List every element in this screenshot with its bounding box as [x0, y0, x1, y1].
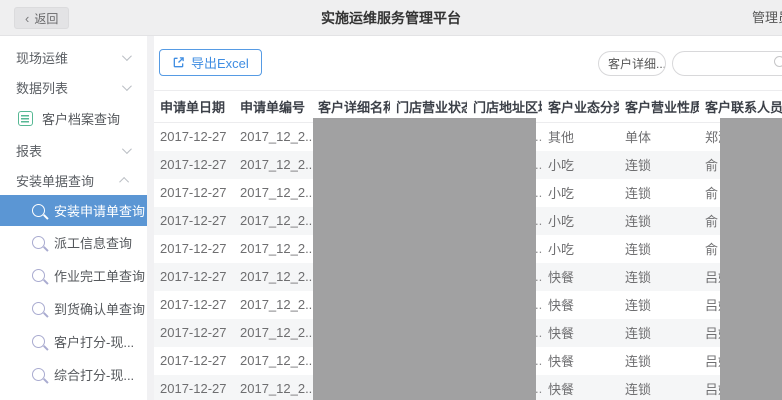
table-cell: 2017-12-27: [154, 263, 234, 291]
chevron-down-icon: [122, 81, 132, 91]
sidebar-item-label: 客户档案查询: [42, 109, 120, 128]
sidebar-item-label: 安装申请单查询: [54, 201, 145, 220]
user-menu[interactable]: 管理员: [752, 0, 782, 36]
sidebar-item[interactable]: 作业完工单查询: [0, 259, 147, 292]
sidebar-group-label: 报表: [16, 141, 42, 160]
table-cell: 2017_12_2...: [234, 235, 312, 263]
list-icon: [18, 111, 33, 126]
search-icon: [32, 302, 45, 315]
table-cell: 连锁: [619, 291, 699, 319]
table-cell: 2017_12_2...: [234, 123, 312, 151]
sidebar-item-label: 作业完工单查询: [54, 266, 145, 285]
sidebar-item[interactable]: 客户打分-现...: [0, 325, 147, 358]
table-cell: 2017_12_2...: [234, 151, 312, 179]
table-cell: 2017-12-27: [154, 123, 234, 151]
export-excel-button[interactable]: 导出Excel: [159, 49, 262, 76]
sidebar-item[interactable]: 派工信息查询: [0, 226, 147, 259]
search-icon: [32, 335, 45, 348]
table-cell: 其他: [542, 123, 619, 151]
table-cell: 小吃: [542, 207, 619, 235]
table-cell: 连锁: [619, 375, 699, 400]
table-cell: 2017_12_2...: [234, 319, 312, 347]
sidebar-item[interactable]: 客户档案查询: [0, 102, 147, 135]
search-icon: [32, 204, 45, 217]
table-cell: 快餐: [542, 347, 619, 375]
table-cell: 连锁: [619, 179, 699, 207]
column-header: 申请单编号: [234, 91, 312, 123]
search-icon: [32, 368, 45, 381]
sidebar-group-label: 安装单据查询: [16, 171, 94, 190]
export-icon: [172, 56, 185, 69]
table-cell: 小吃: [542, 235, 619, 263]
sidebar-item-active[interactable]: 安装申请单查询: [0, 195, 147, 226]
table-cell: 2017-12-27: [154, 291, 234, 319]
sidebar-item-label: 客户打分-现...: [54, 332, 134, 351]
redaction-block-right: [720, 118, 782, 400]
table-cell: 2017-12-27: [154, 151, 234, 179]
table-cell: 快餐: [542, 375, 619, 400]
table-cell: 快餐: [542, 263, 619, 291]
main-content: 导出Excel 客户详细... 申请单日期申请单编号客户详细名称门店营业状态门店…: [154, 36, 782, 400]
table-cell: 2017-12-27: [154, 375, 234, 400]
table-cell: 2017-12-27: [154, 347, 234, 375]
table-cell: 快餐: [542, 291, 619, 319]
table-cell: 连锁: [619, 347, 699, 375]
table-cell: 2017-12-27: [154, 207, 234, 235]
chevron-up-icon: [119, 176, 129, 186]
sidebar-group[interactable]: 报表: [0, 135, 147, 165]
table-cell: 2017_12_2...: [234, 375, 312, 400]
sidebar-group-label: 现场运维: [16, 48, 68, 67]
table-cell: 快餐: [542, 319, 619, 347]
search-field-select[interactable]: 客户详细...: [598, 51, 666, 76]
sidebar-divider: [147, 36, 154, 400]
sidebar-group[interactable]: 数据列表: [0, 72, 147, 102]
sidebar-item[interactable]: 到货确认单查询: [0, 292, 147, 325]
top-header: ‹ 返回 实施运维服务管理平台 管理员: [0, 0, 782, 36]
table-cell: 单体: [619, 123, 699, 151]
table-cell: 2017_12_2...: [234, 291, 312, 319]
table-cell: 连锁: [619, 151, 699, 179]
sidebar-item-label: 派工信息查询: [54, 233, 132, 252]
export-button-label: 导出Excel: [191, 53, 249, 72]
table-cell: 连锁: [619, 235, 699, 263]
sidebar-item-label: 综合打分-现...: [54, 365, 134, 384]
sidebar-item-label: 到货确认单查询: [54, 299, 145, 318]
column-header: 申请单日期: [154, 91, 234, 123]
sidebar-item[interactable]: 综合打分-现...: [0, 358, 147, 391]
table-cell: 连锁: [619, 263, 699, 291]
sidebar: 现场运维 数据列表 客户档案查询 报表 安装单据查询 安装申请单查询 派工信息查…: [0, 36, 147, 400]
table-cell: 2017_12_2...: [234, 179, 312, 207]
table-cell: 连锁: [619, 319, 699, 347]
chevron-down-icon: [122, 144, 132, 154]
search-input[interactable]: [672, 51, 782, 76]
sidebar-group-label: 数据列表: [16, 78, 68, 97]
table-cell: 2017_12_2...: [234, 263, 312, 291]
redaction-block-left: [313, 118, 536, 400]
table-cell: 2017-12-27: [154, 235, 234, 263]
chevron-down-icon: [122, 51, 132, 61]
sidebar-group[interactable]: 安装单据查询: [0, 165, 147, 195]
column-header: 客户营业性质: [619, 91, 699, 123]
table-cell: 小吃: [542, 151, 619, 179]
table-cell: 小吃: [542, 179, 619, 207]
search-field-select-value: 客户详细...: [608, 55, 666, 72]
table-cell: 2017_12_2...: [234, 207, 312, 235]
column-header: 客户业态分类: [542, 91, 619, 123]
search-icon: [32, 236, 45, 249]
table-cell: 2017-12-27: [154, 179, 234, 207]
toolbar: 导出Excel 客户详细...: [154, 36, 782, 90]
search-icon: [774, 56, 782, 67]
sidebar-group[interactable]: 现场运维: [0, 42, 147, 72]
page-title: 实施运维服务管理平台: [0, 0, 782, 36]
table-cell: 连锁: [619, 207, 699, 235]
table-cell: 2017-12-27: [154, 319, 234, 347]
search-icon: [32, 269, 45, 282]
table-cell: 2017_12_2...: [234, 347, 312, 375]
